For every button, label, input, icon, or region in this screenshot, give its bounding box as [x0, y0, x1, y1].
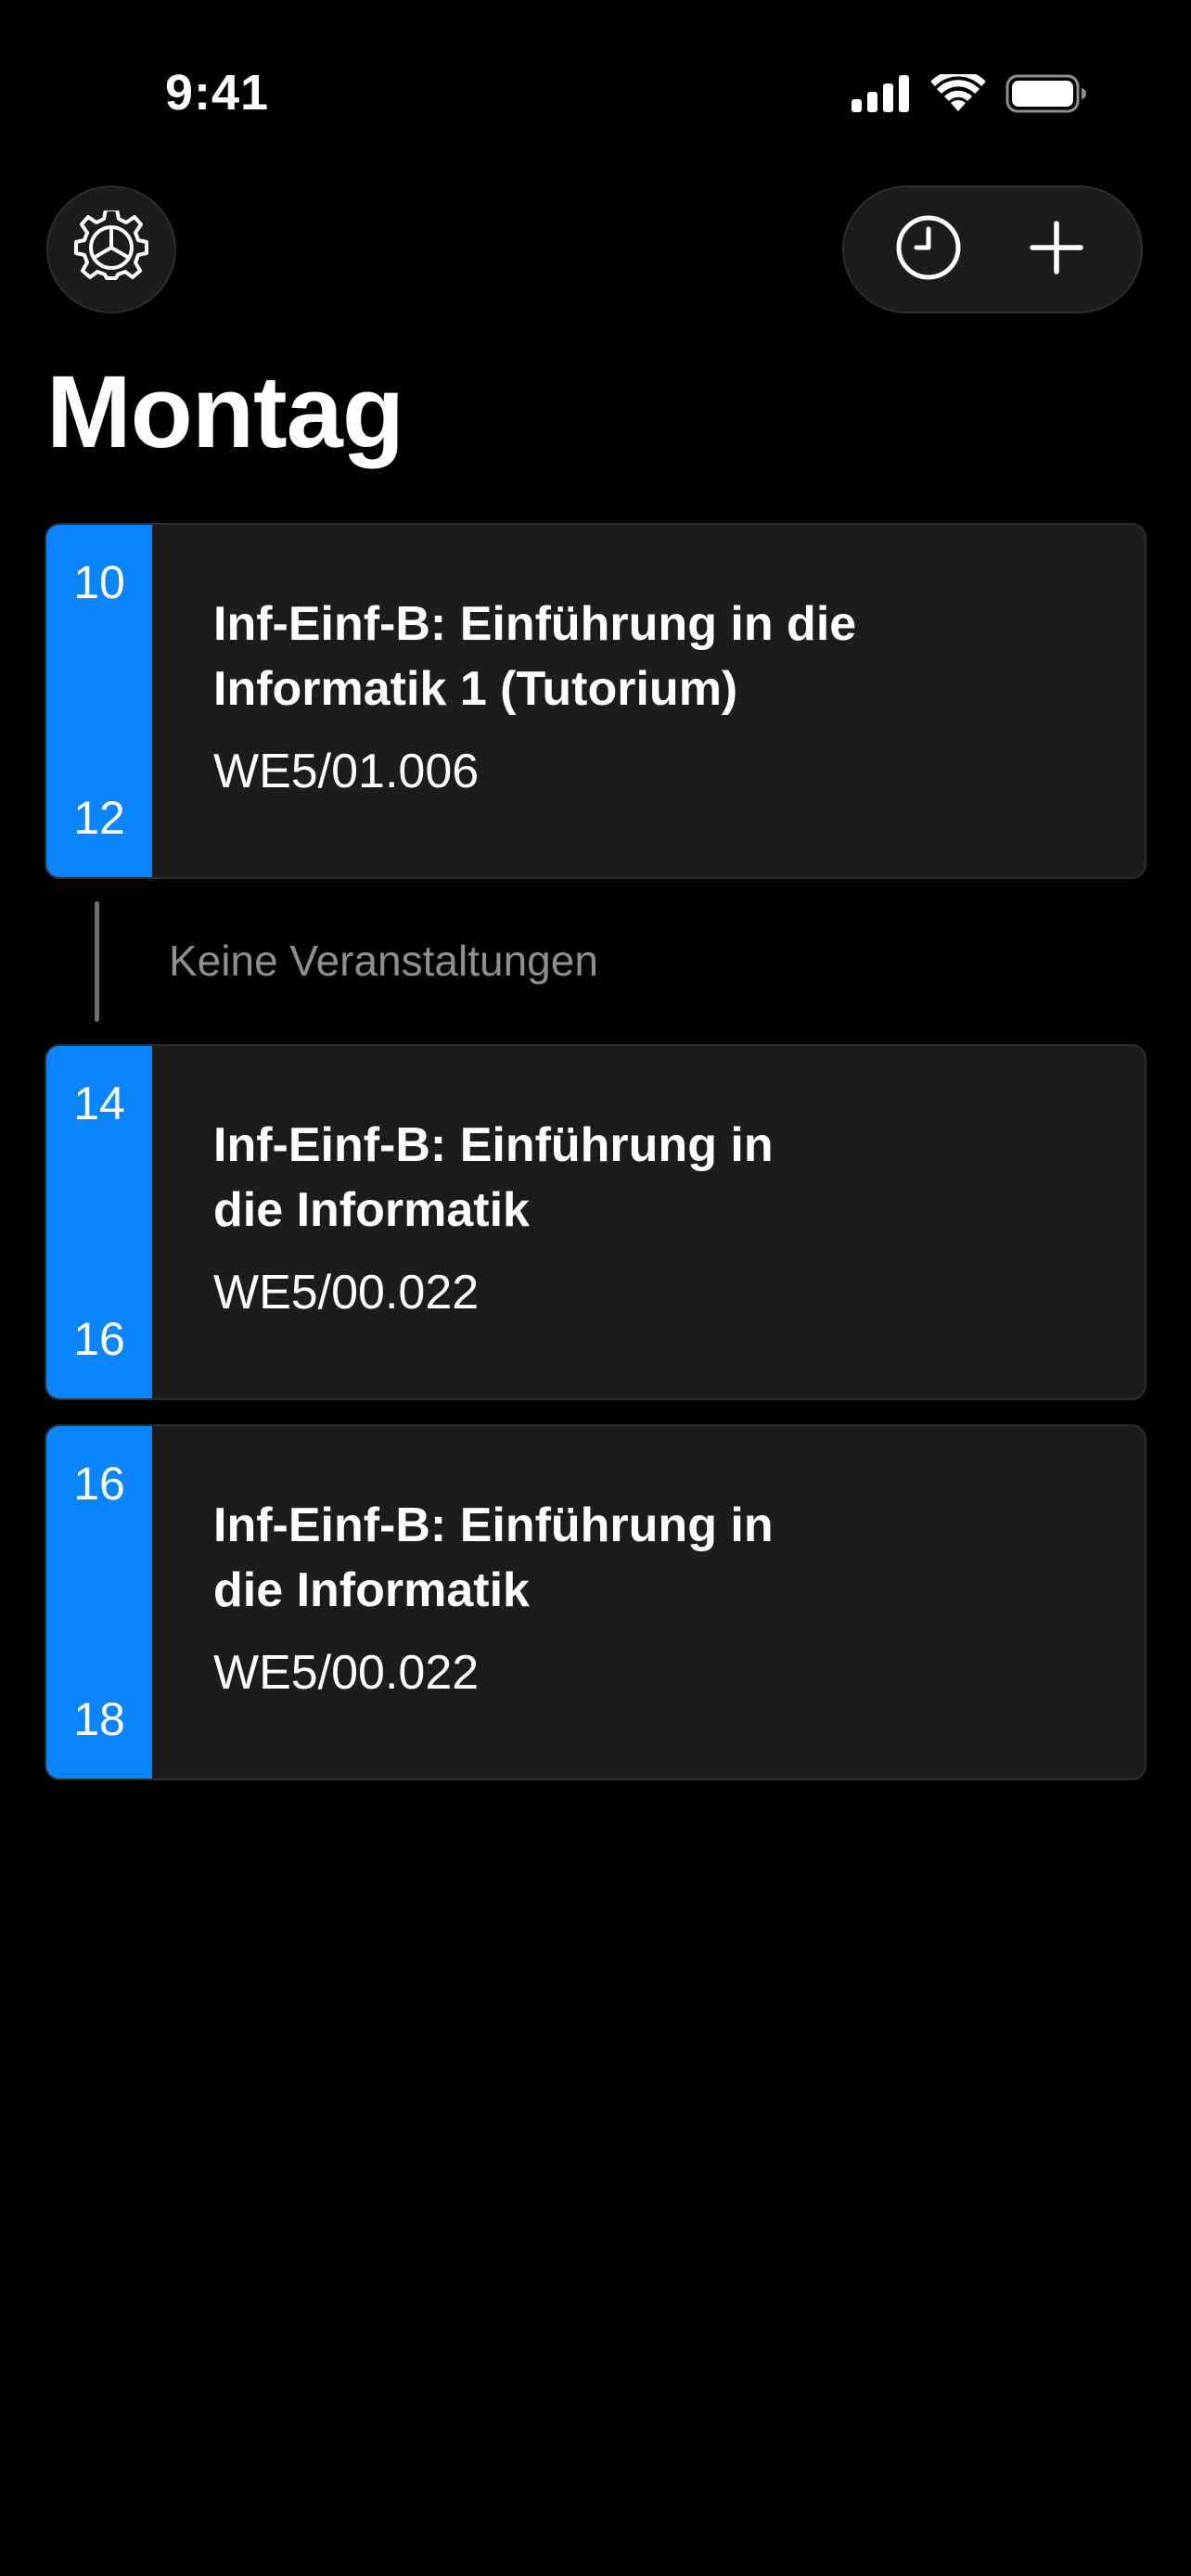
settings-button[interactable]	[46, 185, 176, 313]
gap-line	[95, 901, 99, 1022]
status-icons	[852, 72, 1087, 115]
add-button[interactable]	[1001, 194, 1112, 305]
event-room: WE5/01.006	[213, 745, 480, 798]
event-start-time: 10	[73, 556, 125, 608]
wifi-icon	[931, 74, 985, 113]
event-body: Inf-Einf-B: Einführung in die Informatik…	[213, 592, 1108, 799]
event-title-line: die Informatik	[213, 1563, 530, 1617]
event-card[interactable]: 14 16 Inf-Einf-B: Einführung in die Info…	[45, 1044, 1146, 1400]
event-room: WE5/00.022	[213, 1266, 480, 1320]
event-card[interactable]: 10 12 Inf-Einf-B: Einführung in die Info…	[45, 523, 1146, 879]
event-card[interactable]: 16 18 Inf-Einf-B: Einführung in die Info…	[45, 1424, 1146, 1780]
status-bar: 9:41	[0, 0, 1191, 139]
event-title: Inf-Einf-B: Einführung in die Informatik…	[213, 592, 1108, 721]
time-bar: 14 16	[46, 1046, 152, 1398]
no-events-label: Keine Veranstaltungen	[169, 937, 598, 985]
event-body: Inf-Einf-B: Einführung in die Informatik…	[213, 1493, 1108, 1701]
event-title: Inf-Einf-B: Einführung in die Informatik	[213, 1493, 1108, 1623]
cellular-signal-icon	[852, 75, 911, 112]
clock-icon	[894, 213, 963, 287]
event-title-line: Inf-Einf-B: Einführung in	[213, 1498, 774, 1552]
no-events-gap: Keine Veranstaltungen	[45, 901, 1146, 1022]
page-title: Montag	[46, 355, 404, 469]
gear-icon	[74, 207, 148, 289]
battery-icon	[1005, 74, 1087, 113]
event-start-time: 14	[73, 1078, 125, 1129]
event-end-time: 12	[73, 792, 125, 844]
history-button[interactable]	[873, 194, 984, 305]
status-time: 9:41	[165, 65, 270, 121]
event-body: Inf-Einf-B: Einführung in die Informatik…	[213, 1113, 1108, 1320]
event-title-line: die Informatik	[213, 1183, 530, 1237]
plus-icon	[1027, 218, 1086, 282]
event-title-line: Informatik 1 (Tutorium)	[213, 662, 738, 716]
action-pill	[842, 185, 1143, 313]
event-room: WE5/00.022	[213, 1646, 480, 1700]
time-bar: 16 18	[46, 1426, 152, 1779]
event-start-time: 16	[73, 1458, 125, 1510]
event-end-time: 18	[73, 1693, 125, 1745]
event-title-line: Inf-Einf-B: Einführung in die	[213, 597, 857, 651]
time-bar: 10 12	[46, 525, 152, 877]
event-title: Inf-Einf-B: Einführung in die Informatik	[213, 1113, 1108, 1243]
event-end-time: 16	[73, 1313, 125, 1365]
event-title-line: Inf-Einf-B: Einführung in	[213, 1118, 774, 1172]
